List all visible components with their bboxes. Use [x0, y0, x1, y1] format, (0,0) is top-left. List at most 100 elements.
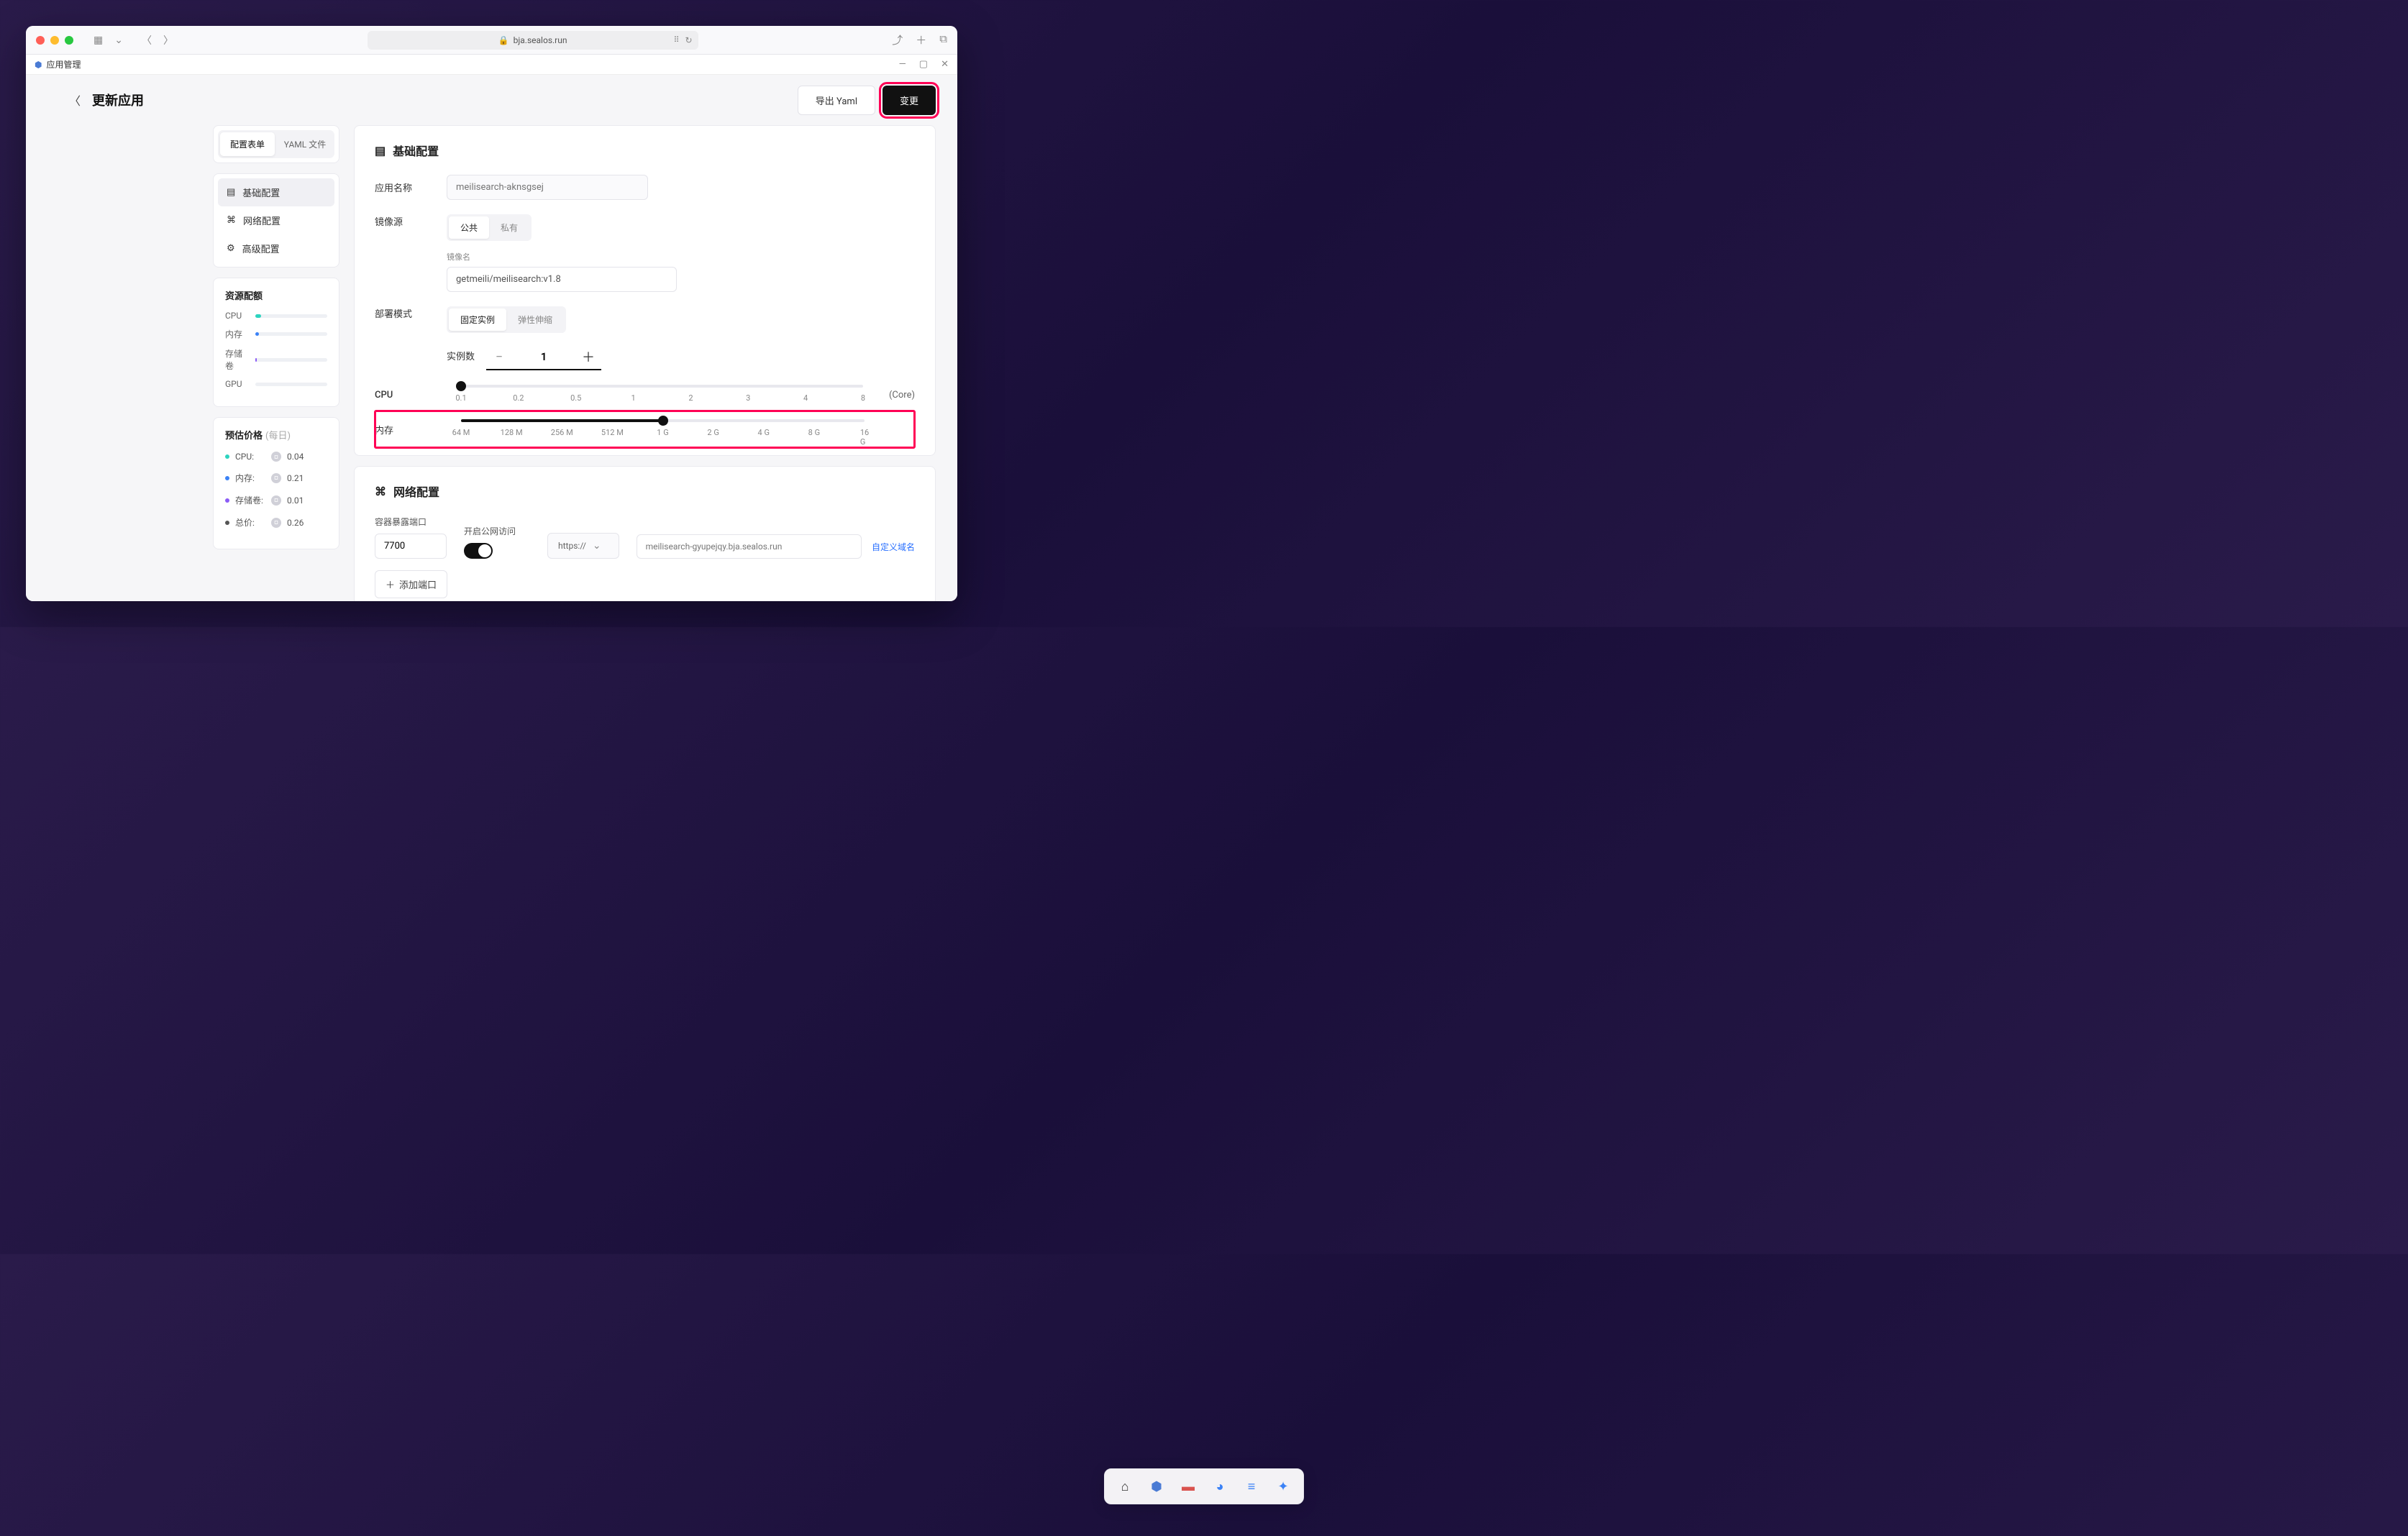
- app-header-title: 应用管理: [46, 58, 81, 70]
- submit-button[interactable]: 变更: [883, 86, 936, 115]
- sidebar-item-label: 基础配置: [242, 186, 280, 199]
- slider-tick: 8: [861, 393, 865, 403]
- nav-back-icon[interactable]: 〈: [142, 33, 152, 47]
- seg-fixed[interactable]: 固定实例: [449, 308, 506, 331]
- dock-home-icon[interactable]: ⌂: [1112, 1473, 1138, 1499]
- add-port-button[interactable]: ＋ 添加端口: [375, 570, 447, 598]
- slider-tick: 16 G: [860, 428, 869, 447]
- price-row: 存储卷:¤0.01: [225, 494, 327, 506]
- slider-tick: 128 M: [501, 428, 523, 437]
- sidebar-item-advanced[interactable]: ⚙ 高级配置: [218, 234, 334, 262]
- address-bar-wrap: 🔒 bja.sealos.run ⠿ ↻: [179, 31, 886, 50]
- dock-wallet-icon[interactable]: ▬: [1175, 1473, 1201, 1499]
- seg-public[interactable]: 公共: [449, 216, 489, 239]
- slider-tick: 512 M: [601, 428, 624, 437]
- port-input[interactable]: [375, 534, 447, 559]
- slider-tick: 0.5: [570, 393, 581, 403]
- window-controls: [36, 36, 73, 45]
- cpu-slider[interactable]: 0.1 0.2 0.5 1 2 3 4 8: [447, 385, 877, 405]
- sidebar-toggle-icon[interactable]: ▦: [94, 35, 103, 46]
- slider-tick: 1: [631, 393, 635, 403]
- slider-tick: 64 M: [452, 428, 470, 437]
- back-icon[interactable]: 〈: [69, 91, 81, 109]
- side-tabs-card: 配置表单 YAML 文件: [213, 125, 339, 163]
- dock-whale-icon[interactable]: ◕: [1207, 1473, 1233, 1499]
- public-access-toggle[interactable]: [464, 543, 493, 559]
- chevron-down-icon[interactable]: ⌄: [114, 35, 123, 46]
- minimize-window-icon[interactable]: [50, 36, 59, 45]
- quota-card: 资源配额 CPU 内存 存储卷 GPU: [213, 278, 339, 407]
- label-instances: 实例数: [447, 349, 475, 362]
- dock-lens-icon[interactable]: ✦: [1270, 1473, 1296, 1499]
- cpu-unit: (Core): [877, 390, 915, 401]
- memory-slider[interactable]: 64 M128 M256 M512 M1 G2 G4 G8 G16 G: [447, 419, 879, 439]
- export-yaml-button[interactable]: 导出 Yaml: [798, 86, 875, 115]
- sidebar-item-network[interactable]: ⌘ 网络配置: [218, 206, 334, 234]
- label-port: 容器暴露端口: [375, 516, 447, 528]
- close-window-icon[interactable]: [36, 36, 45, 45]
- translate-icon[interactable]: ⠿: [673, 35, 679, 45]
- seg-elastic[interactable]: 弹性伸缩: [506, 308, 564, 331]
- address-bar[interactable]: 🔒 bja.sealos.run ⠿ ↻: [368, 31, 698, 50]
- dock-db-icon[interactable]: ≡: [1239, 1473, 1264, 1499]
- panel-header: ▤ 基础配置: [375, 142, 915, 159]
- toolbar-right: ⤴ ＋ ⧉: [892, 32, 947, 47]
- tabs-icon[interactable]: ⧉: [939, 32, 947, 47]
- price-card: 预估价格(每日) CPU:¤0.04内存:¤0.21存储卷:¤0.01总价:¤0…: [213, 417, 339, 549]
- dock-kube-icon[interactable]: ⬢: [1144, 1473, 1169, 1499]
- label-imagename: 镜像名: [447, 251, 677, 262]
- nav-forward-icon[interactable]: 〉: [163, 33, 173, 47]
- reload-icon[interactable]: ↻: [685, 35, 693, 45]
- image-name-input[interactable]: [447, 267, 677, 292]
- slider-tick: 0.1: [455, 393, 466, 403]
- slider-tick: 3: [746, 393, 750, 403]
- list-icon: ▤: [227, 187, 235, 198]
- slider-tick: 256 M: [551, 428, 573, 437]
- slider-tick: 2: [688, 393, 693, 403]
- app-logo-icon: ⬢: [35, 60, 42, 70]
- maximize-icon[interactable]: ▢: [919, 59, 928, 70]
- tab-form[interactable]: 配置表单: [220, 132, 275, 156]
- form-row-imagesrc: 镜像源 公共 私有 镜像名: [375, 214, 915, 292]
- tab-yaml[interactable]: YAML 文件: [278, 132, 332, 156]
- slider-tick: 0.2: [513, 393, 524, 403]
- panel-title: 基础配置: [393, 142, 439, 159]
- maximize-window-icon[interactable]: [65, 36, 73, 45]
- panels: ▤ 基础配置 应用名称 镜像源 公共 私有: [354, 125, 936, 587]
- quota-title: 资源配额: [225, 288, 327, 302]
- instances-stepper: − 1 ＋: [486, 344, 601, 370]
- gear-icon: ⚙: [227, 243, 235, 254]
- toolbar-left: ▦ ⌄ 〈 〉: [94, 33, 173, 47]
- panel-title: 网络配置: [393, 483, 439, 500]
- price-row: 内存:¤0.21: [225, 472, 327, 484]
- slider-tick: 4: [803, 393, 808, 403]
- label-imagesrc: 镜像源: [375, 214, 447, 228]
- content-area: 〈 更新应用 导出 Yaml 变更 配置表单 YAML 文件 ▤: [26, 75, 957, 601]
- quota-row-memory: 内存: [225, 328, 327, 340]
- share-icon[interactable]: ⤴: [892, 32, 903, 47]
- stepper-minus[interactable]: −: [486, 344, 512, 369]
- new-tab-icon[interactable]: ＋: [916, 32, 926, 47]
- app-name-input[interactable]: [447, 175, 648, 200]
- custom-domain-link[interactable]: 自定义域名: [872, 541, 915, 553]
- main-area: 配置表单 YAML 文件 ▤ 基础配置 ⌘ 网络配置 ⚙ 高级配: [26, 125, 957, 601]
- label-deploymode: 部署模式: [375, 306, 447, 320]
- protocol-select[interactable]: https:// ⌄: [547, 533, 619, 559]
- slider-tick: 2 G: [707, 428, 719, 437]
- minimize-icon[interactable]: —: [899, 59, 906, 70]
- quota-row-gpu: GPU: [225, 379, 327, 389]
- plus-icon: ＋: [386, 577, 395, 591]
- nav-card: ▤ 基础配置 ⌘ 网络配置 ⚙ 高级配置: [213, 173, 339, 268]
- titlebar: ▦ ⌄ 〈 〉 🔒 bja.sealos.run ⠿ ↻ ⤴ ＋ ⧉: [26, 26, 957, 55]
- page-title: 更新应用: [92, 91, 144, 109]
- sidebar: 配置表单 YAML 文件 ▤ 基础配置 ⌘ 网络配置 ⚙ 高级配: [213, 125, 339, 549]
- list-icon: ▤: [375, 144, 386, 157]
- close-icon[interactable]: ✕: [941, 59, 949, 70]
- sidebar-item-basic[interactable]: ▤ 基础配置: [218, 178, 334, 206]
- slider-tick: 1 G: [657, 428, 668, 437]
- seg-private[interactable]: 私有: [489, 216, 529, 239]
- browser-window: ▦ ⌄ 〈 〉 🔒 bja.sealos.run ⠿ ↻ ⤴ ＋ ⧉ ⬢ 应用管…: [26, 26, 957, 601]
- stepper-plus[interactable]: ＋: [575, 344, 601, 369]
- price-row: 总价:¤0.26: [225, 516, 327, 529]
- basic-panel: ▤ 基础配置 应用名称 镜像源 公共 私有: [354, 125, 936, 456]
